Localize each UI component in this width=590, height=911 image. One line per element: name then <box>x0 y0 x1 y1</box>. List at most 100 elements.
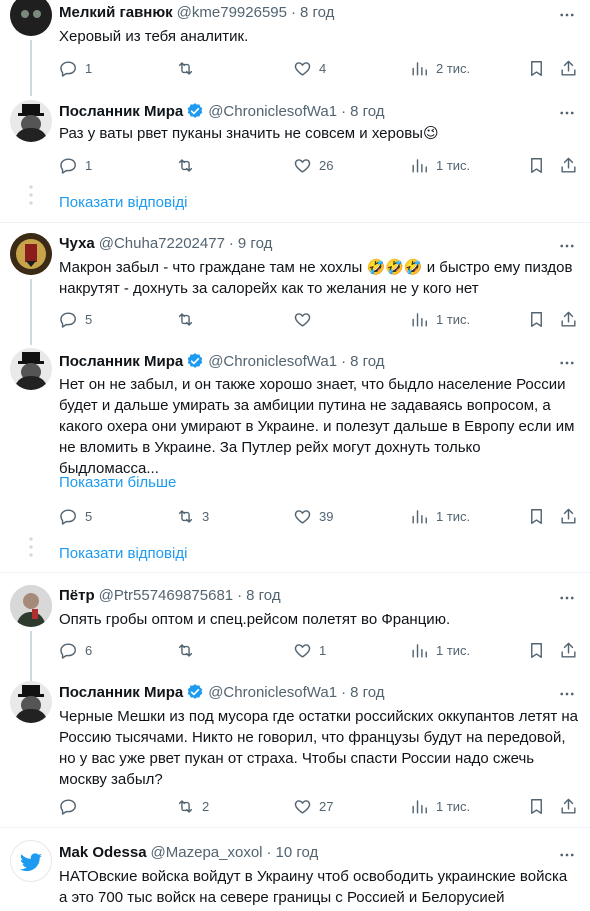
author-handle[interactable]: @Mazepa_xoxol <box>151 844 263 861</box>
retweet-button[interactable]: 2 <box>176 796 209 816</box>
like-button[interactable]: 39 <box>293 506 333 526</box>
timestamp[interactable]: 9 год <box>238 235 272 252</box>
views-button[interactable]: 1 тис. <box>410 796 470 816</box>
views-count: 1 тис. <box>436 798 471 814</box>
bookmark-icon <box>531 508 542 524</box>
reply-button[interactable]: 5 <box>59 506 92 526</box>
avatar[interactable] <box>10 0 52 36</box>
author-handle[interactable]: @kme79926595 <box>177 4 287 21</box>
bookmark-button[interactable] <box>527 58 546 78</box>
more-icon[interactable] <box>558 237 576 255</box>
views-count: 1 тис. <box>436 157 471 173</box>
author-name[interactable]: Посланник Мира <box>59 103 183 120</box>
author-handle[interactable]: @ChroniclesofWa1 <box>208 684 337 701</box>
author-name[interactable]: Мелкий гавнюк <box>59 4 173 21</box>
bookmark-button[interactable] <box>527 796 546 816</box>
action-bar: 2 27 1 тис. <box>59 796 584 816</box>
more-icon[interactable] <box>558 846 576 864</box>
reply-button[interactable] <box>59 796 85 816</box>
share-button[interactable] <box>559 796 578 816</box>
views-button[interactable]: 1 тис. <box>410 506 470 526</box>
author-handle[interactable]: @Ptr557469875681 <box>99 587 234 604</box>
views-button[interactable]: 1 тис. <box>410 155 470 175</box>
like-button[interactable]: 1 <box>293 640 326 660</box>
like-button[interactable]: 27 <box>293 796 333 816</box>
timestamp[interactable]: 10 год <box>276 844 319 861</box>
share-button[interactable] <box>559 155 578 175</box>
action-bar: 5 3 39 1 тис. <box>59 506 584 526</box>
tweet[interactable]: Mak Odessa @Mazepa_xoxol · 10 год НАТОвс… <box>0 828 590 911</box>
reply-button[interactable]: 5 <box>59 309 92 329</box>
author-name[interactable]: Посланник Мира <box>59 353 183 370</box>
reply-button[interactable]: 6 <box>59 640 92 660</box>
bookmark-button[interactable] <box>527 155 546 175</box>
avatar[interactable] <box>10 681 52 723</box>
tweet[interactable]: Посланник Мира @ChroniclesofWa1 · 8 год … <box>0 673 590 825</box>
author-name[interactable]: Mak Odessa <box>59 844 147 861</box>
more-icon[interactable] <box>558 354 576 372</box>
tweet[interactable]: Пётр @Ptr557469875681 · 8 год Опять гроб… <box>0 573 590 681</box>
like-count: 1 <box>319 642 327 658</box>
separator-dot: · <box>341 102 347 120</box>
share-button[interactable] <box>559 506 578 526</box>
more-icon[interactable] <box>558 6 576 24</box>
reply-count: 1 <box>85 60 93 76</box>
tweet-text: Опять гробы оптом и спец.рейсом полетят … <box>59 611 451 628</box>
like-button[interactable]: 26 <box>293 155 333 175</box>
heart-icon <box>294 509 311 524</box>
avatar[interactable] <box>10 585 52 627</box>
tweet-header: Чуха @Chuha72202477 · 9 год <box>59 235 272 252</box>
more-icon[interactable] <box>558 589 576 607</box>
avatar[interactable] <box>10 233 52 275</box>
like-button[interactable]: 4 <box>293 58 326 78</box>
retweet-button[interactable] <box>176 155 202 175</box>
tweet[interactable]: Посланник Мира @ChroniclesofWa1 · 8 год … <box>0 340 590 570</box>
tweet[interactable]: Чуха @Chuha72202477 · 9 год Макрон забыл… <box>0 223 590 345</box>
separator-dot: · <box>237 587 243 604</box>
retweet-button[interactable] <box>176 58 202 78</box>
author-handle[interactable]: @ChroniclesofWa1 <box>208 103 337 120</box>
avatar[interactable] <box>10 348 52 390</box>
views-chart-icon <box>412 799 427 814</box>
like-button[interactable] <box>293 309 319 329</box>
timestamp[interactable]: 8 год <box>350 684 384 701</box>
more-icon[interactable] <box>558 685 576 703</box>
like-count: 4 <box>319 60 327 76</box>
views-button[interactable]: 1 тис. <box>410 640 470 660</box>
reply-button[interactable]: 1 <box>59 155 92 175</box>
bookmark-button[interactable] <box>527 640 546 660</box>
timestamp[interactable]: 8 год <box>246 587 280 604</box>
retweet-icon <box>178 643 193 657</box>
reply-icon <box>60 60 76 77</box>
author-name[interactable]: Чуха <box>59 235 95 252</box>
show-more-link[interactable]: Показати більше <box>59 474 176 491</box>
share-button[interactable] <box>559 309 578 329</box>
author-handle[interactable]: @ChroniclesofWa1 <box>208 353 337 370</box>
timestamp[interactable]: 8 год <box>350 353 384 370</box>
avatar[interactable] <box>10 840 52 882</box>
more-icon[interactable] <box>558 104 576 122</box>
author-name[interactable]: Посланник Мира <box>59 684 183 701</box>
reply-button[interactable]: 1 <box>59 58 92 78</box>
reply-count: 6 <box>85 642 93 658</box>
author-handle[interactable]: @Chuha72202477 <box>99 235 225 252</box>
timestamp[interactable]: 8 год <box>350 103 384 120</box>
avatar[interactable] <box>10 100 52 142</box>
tweet[interactable]: Посланник Мира @ChroniclesofWa1 · 8 год … <box>0 96 590 221</box>
views-button[interactable]: 2 тис. <box>410 58 470 78</box>
show-replies-link[interactable]: Показати відповіді <box>59 545 187 562</box>
share-button[interactable] <box>559 640 578 660</box>
views-button[interactable]: 1 тис. <box>410 309 470 329</box>
tweet-header: Посланник Мира @ChroniclesofWa1 · 8 год <box>59 683 385 701</box>
retweet-button[interactable]: 3 <box>176 506 209 526</box>
timestamp[interactable]: 8 год <box>300 4 334 21</box>
share-button[interactable] <box>559 58 578 78</box>
author-name[interactable]: Пётр <box>59 587 95 604</box>
show-replies-link[interactable]: Показати відповіді <box>59 194 187 211</box>
bookmark-button[interactable] <box>527 506 546 526</box>
bookmark-button[interactable] <box>527 309 546 329</box>
views-chart-icon <box>412 158 427 173</box>
retweet-button[interactable] <box>176 640 202 660</box>
retweet-button[interactable] <box>176 309 202 329</box>
tweet[interactable]: Мелкий гавнюк @kme79926595 · 8 год Херов… <box>0 0 590 100</box>
